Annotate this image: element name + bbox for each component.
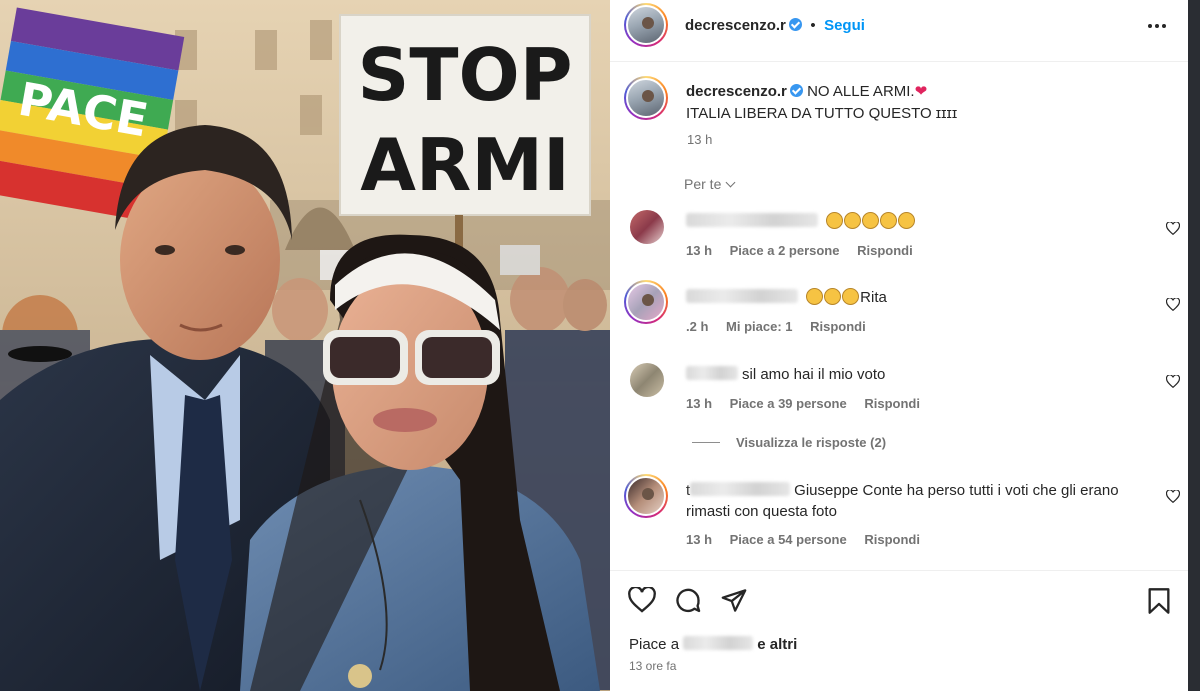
commenter-avatar[interactable]	[630, 363, 664, 397]
separator-dot: •	[810, 17, 816, 34]
heart-emoji-icon: ❤	[914, 83, 928, 100]
window-edge	[1188, 0, 1200, 691]
comment-time: 13 h	[686, 532, 713, 547]
likes-suffix: e altri	[757, 636, 798, 653]
post-panel: decrescenzo.r • Segui decrescenzo.r NO A…	[610, 0, 1188, 691]
caption-time: 13 h	[687, 132, 713, 147]
likes-summary[interactable]: Piace a e altri	[629, 636, 797, 653]
reply-button[interactable]: Rispondi	[864, 532, 920, 547]
liker-username-blurred[interactable]	[683, 636, 754, 650]
post-header: decrescenzo.r • Segui	[610, 0, 1188, 62]
clap-emoji-icon	[806, 288, 860, 306]
commenter-avatar[interactable]	[624, 280, 668, 324]
post-photo-illustration: PACE STOP ARMI	[0, 0, 610, 691]
comment-text: Rita	[860, 289, 887, 306]
commenter-avatar[interactable]	[630, 210, 664, 244]
heart-icon[interactable]	[1166, 222, 1180, 235]
reply-button[interactable]: Rispondi	[857, 243, 913, 258]
comment-bubble-icon[interactable]	[674, 587, 702, 615]
comment-filter-label: Per te	[684, 176, 722, 192]
post-actions: Piace a e altri 13 ore fa	[610, 570, 1188, 691]
comment-time: 13 h	[686, 243, 713, 258]
comment-likes[interactable]: Mi piace: 1	[726, 319, 792, 334]
save-bookmark-icon[interactable]	[1146, 587, 1172, 615]
author-avatar[interactable]	[624, 3, 668, 47]
commenter-username-blurred[interactable]	[690, 482, 791, 496]
caption-username[interactable]: decrescenzo.r	[686, 83, 787, 100]
view-replies-button[interactable]: Visualizza le risposte (2)	[692, 435, 886, 450]
clap-emoji-icon	[826, 212, 916, 230]
heart-icon[interactable]	[1166, 298, 1180, 311]
commenter-username-blurred[interactable]	[686, 213, 818, 227]
heart-icon[interactable]	[1166, 490, 1180, 503]
likes-prefix: Piace a	[629, 636, 680, 653]
caption-avatar[interactable]	[624, 76, 668, 120]
caption-line-1: NO ALLE ARMI.	[807, 83, 915, 100]
post-timestamp: 13 ore fa	[629, 659, 677, 673]
sign-line-2: ARMI	[360, 123, 570, 207]
comment-likes[interactable]: Piace a 2 persone	[730, 243, 840, 258]
reply-button[interactable]: Rispondi	[864, 396, 920, 411]
author-username[interactable]: decrescenzo.r	[685, 17, 786, 34]
replies-divider	[692, 442, 720, 443]
comment-text: sil amo hai il mio voto	[742, 366, 886, 383]
share-send-icon[interactable]	[720, 587, 748, 614]
comment-likes[interactable]: Piace a 39 persone	[730, 396, 847, 411]
comment-time: .2 h	[686, 319, 709, 334]
post-image[interactable]: PACE STOP ARMI	[0, 0, 610, 691]
verified-badge-icon	[789, 84, 803, 97]
sign-line-1: STOP	[358, 33, 573, 117]
heart-icon[interactable]	[1166, 375, 1180, 388]
comment-likes[interactable]: Piace a 54 persone	[730, 532, 847, 547]
comment-filter-dropdown[interactable]: Per te	[684, 176, 736, 192]
commenter-username-blurred[interactable]	[686, 289, 798, 303]
view-replies-label: Visualizza le risposte (2)	[736, 435, 887, 450]
chevron-down-icon	[725, 177, 736, 188]
reply-button[interactable]: Rispondi	[810, 319, 866, 334]
follow-button[interactable]: Segui	[824, 17, 865, 34]
like-heart-icon[interactable]	[628, 587, 656, 613]
commenter-username-blurred[interactable]	[686, 366, 738, 380]
more-options-icon[interactable]	[1148, 24, 1166, 28]
caption-line-2: ITALIA LIBERA DA TUTTO QUESTO ɪɪɪɪ	[686, 105, 958, 122]
commenter-avatar[interactable]	[624, 474, 668, 518]
comment-time: 13 h	[686, 396, 713, 411]
verified-badge-icon	[788, 18, 802, 31]
